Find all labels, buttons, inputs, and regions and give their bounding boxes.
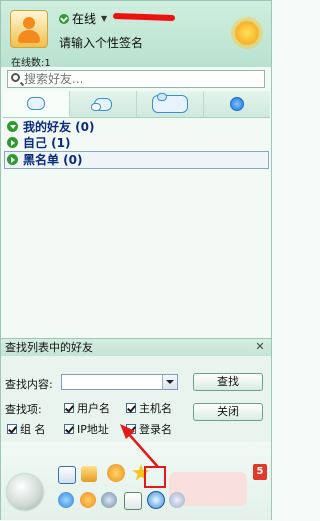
messenger-window: 在线 ▼ 请输入个性签名 在线数:1 我的好友 (0) — [0, 0, 272, 520]
annotation-arrow — [120, 424, 159, 468]
